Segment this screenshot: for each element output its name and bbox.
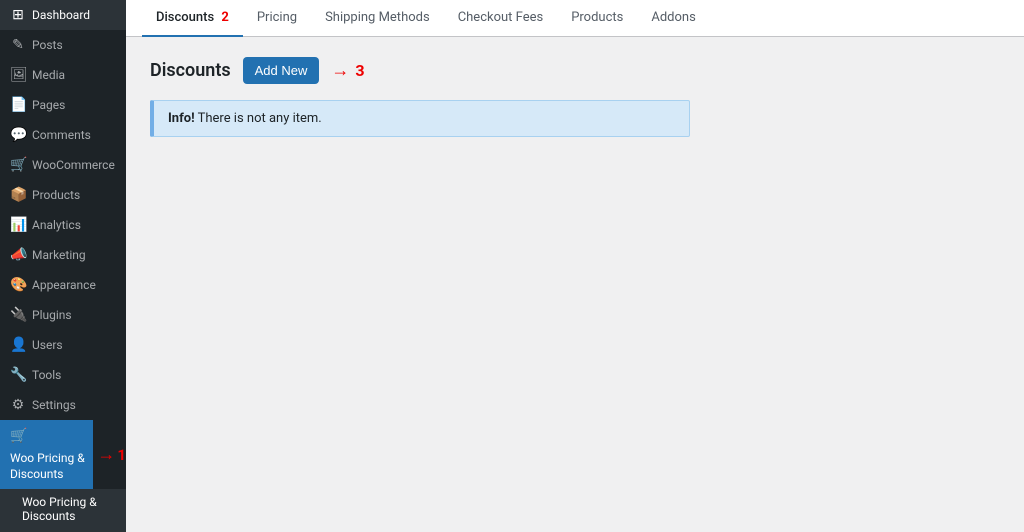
- sidebar-item-label: Dashboard: [32, 8, 90, 22]
- annotation-3: 3: [355, 61, 364, 80]
- sidebar-item-plugins[interactable]: 🔌 Plugins: [0, 300, 126, 330]
- tools-icon: 🔧: [10, 367, 26, 383]
- plugins-icon: 🔌: [10, 307, 26, 323]
- add-new-button[interactable]: Add New: [243, 57, 320, 84]
- submenu-item-woo-pricing[interactable]: Woo Pricing & Discounts: [0, 489, 126, 529]
- woo-pricing-label: Woo Pricing & Discounts: [10, 451, 85, 482]
- sidebar-item-comments[interactable]: 💬 Comments: [0, 120, 126, 150]
- sidebar-item-label: Analytics: [32, 218, 81, 232]
- sidebar-item-media[interactable]: 🖼 Media: [0, 60, 126, 90]
- sidebar-item-label: Settings: [32, 398, 76, 412]
- tab-checkout-fees[interactable]: Checkout Fees: [444, 0, 558, 37]
- sidebar-item-appearance[interactable]: 🎨 Appearance: [0, 270, 126, 300]
- sidebar: ⊞ Dashboard ✎ Posts 🖼 Media 📄 Pages 💬 Co…: [0, 0, 126, 532]
- tab-products-label: Products: [571, 10, 623, 25]
- dashboard-icon: ⊞: [10, 7, 26, 23]
- sidebar-item-label: WooCommerce: [32, 158, 115, 172]
- sidebar-item-posts[interactable]: ✎ Posts: [0, 30, 126, 60]
- sidebar-item-marketing[interactable]: 📣 Marketing: [0, 240, 126, 270]
- tab-discounts[interactable]: Discounts 2: [142, 0, 243, 37]
- sidebar-arrow-right: →: [97, 444, 115, 465]
- sidebar-item-settings[interactable]: ⚙ Settings: [0, 390, 126, 420]
- sidebar-item-label: Comments: [32, 128, 91, 142]
- tab-annotation-2: 2: [221, 10, 228, 25]
- woo-pricing-icon: 🛒: [10, 427, 26, 445]
- users-icon: 👤: [10, 337, 26, 353]
- main-content: Discounts 2 Pricing Shipping Methods Che…: [126, 0, 1024, 532]
- tab-addons-label: Addons: [651, 10, 695, 25]
- marketing-icon: 📣: [10, 247, 26, 263]
- appearance-icon: 🎨: [10, 277, 26, 293]
- arrow-right-icon: →: [331, 60, 349, 81]
- tabs-bar: Discounts 2 Pricing Shipping Methods Che…: [126, 0, 1024, 37]
- sidebar-item-label: Users: [32, 338, 63, 352]
- sidebar-item-label: Plugins: [32, 308, 72, 322]
- sidebar-item-label: Media: [32, 68, 65, 82]
- page-content: Discounts Add New → 3 Info! There is not…: [126, 37, 1024, 532]
- info-message: There is not any item.: [198, 111, 322, 126]
- tab-shipping-methods[interactable]: Shipping Methods: [311, 0, 444, 37]
- media-icon: 🖼: [10, 67, 26, 83]
- content-header: Discounts Add New → 3: [150, 57, 1000, 84]
- sidebar-item-label: Posts: [32, 38, 63, 52]
- sidebar-item-tools[interactable]: 🔧 Tools: [0, 360, 126, 390]
- posts-icon: ✎: [10, 37, 26, 53]
- comments-icon: 💬: [10, 127, 26, 143]
- sidebar-item-pages[interactable]: 📄 Pages: [0, 90, 126, 120]
- tab-pricing[interactable]: Pricing: [243, 0, 311, 37]
- sidebar-item-dashboard[interactable]: ⊞ Dashboard: [0, 0, 126, 30]
- tab-shipping-label: Shipping Methods: [325, 10, 430, 25]
- settings-icon: ⚙: [10, 397, 26, 413]
- sidebar-annotation-1: 1: [117, 446, 126, 464]
- tab-pricing-label: Pricing: [257, 10, 297, 25]
- analytics-icon: 📊: [10, 217, 26, 233]
- sidebar-submenu: Woo Pricing & Discounts Settings: [0, 489, 126, 532]
- sidebar-item-woocommerce[interactable]: 🛒 WooCommerce: [0, 150, 126, 180]
- info-label: Info!: [168, 111, 195, 126]
- sidebar-item-label: Marketing: [32, 248, 86, 262]
- sidebar-item-products[interactable]: 📦 Products: [0, 180, 126, 210]
- tab-discounts-label: Discounts: [156, 10, 214, 25]
- tab-checkout-label: Checkout Fees: [458, 10, 544, 25]
- add-new-annotation: → 3: [331, 60, 364, 81]
- sidebar-item-label: Products: [32, 188, 80, 202]
- sidebar-item-label: Tools: [32, 368, 61, 382]
- sidebar-item-analytics[interactable]: 📊 Analytics: [0, 210, 126, 240]
- info-box: Info! There is not any item.: [150, 100, 690, 137]
- pages-icon: 📄: [10, 97, 26, 113]
- woocommerce-icon: 🛒: [10, 157, 26, 173]
- sidebar-item-woo-pricing[interactable]: 🛒 Woo Pricing & Discounts: [0, 420, 93, 489]
- page-title: Discounts: [150, 60, 231, 81]
- sidebar-item-label: Pages: [32, 98, 65, 112]
- tab-addons[interactable]: Addons: [637, 0, 709, 37]
- tab-products[interactable]: Products: [557, 0, 637, 37]
- sidebar-item-label: Appearance: [32, 278, 96, 292]
- products-icon: 📦: [10, 187, 26, 203]
- sidebar-item-users[interactable]: 👤 Users: [0, 330, 126, 360]
- submenu-label: Woo Pricing & Discounts: [22, 495, 97, 523]
